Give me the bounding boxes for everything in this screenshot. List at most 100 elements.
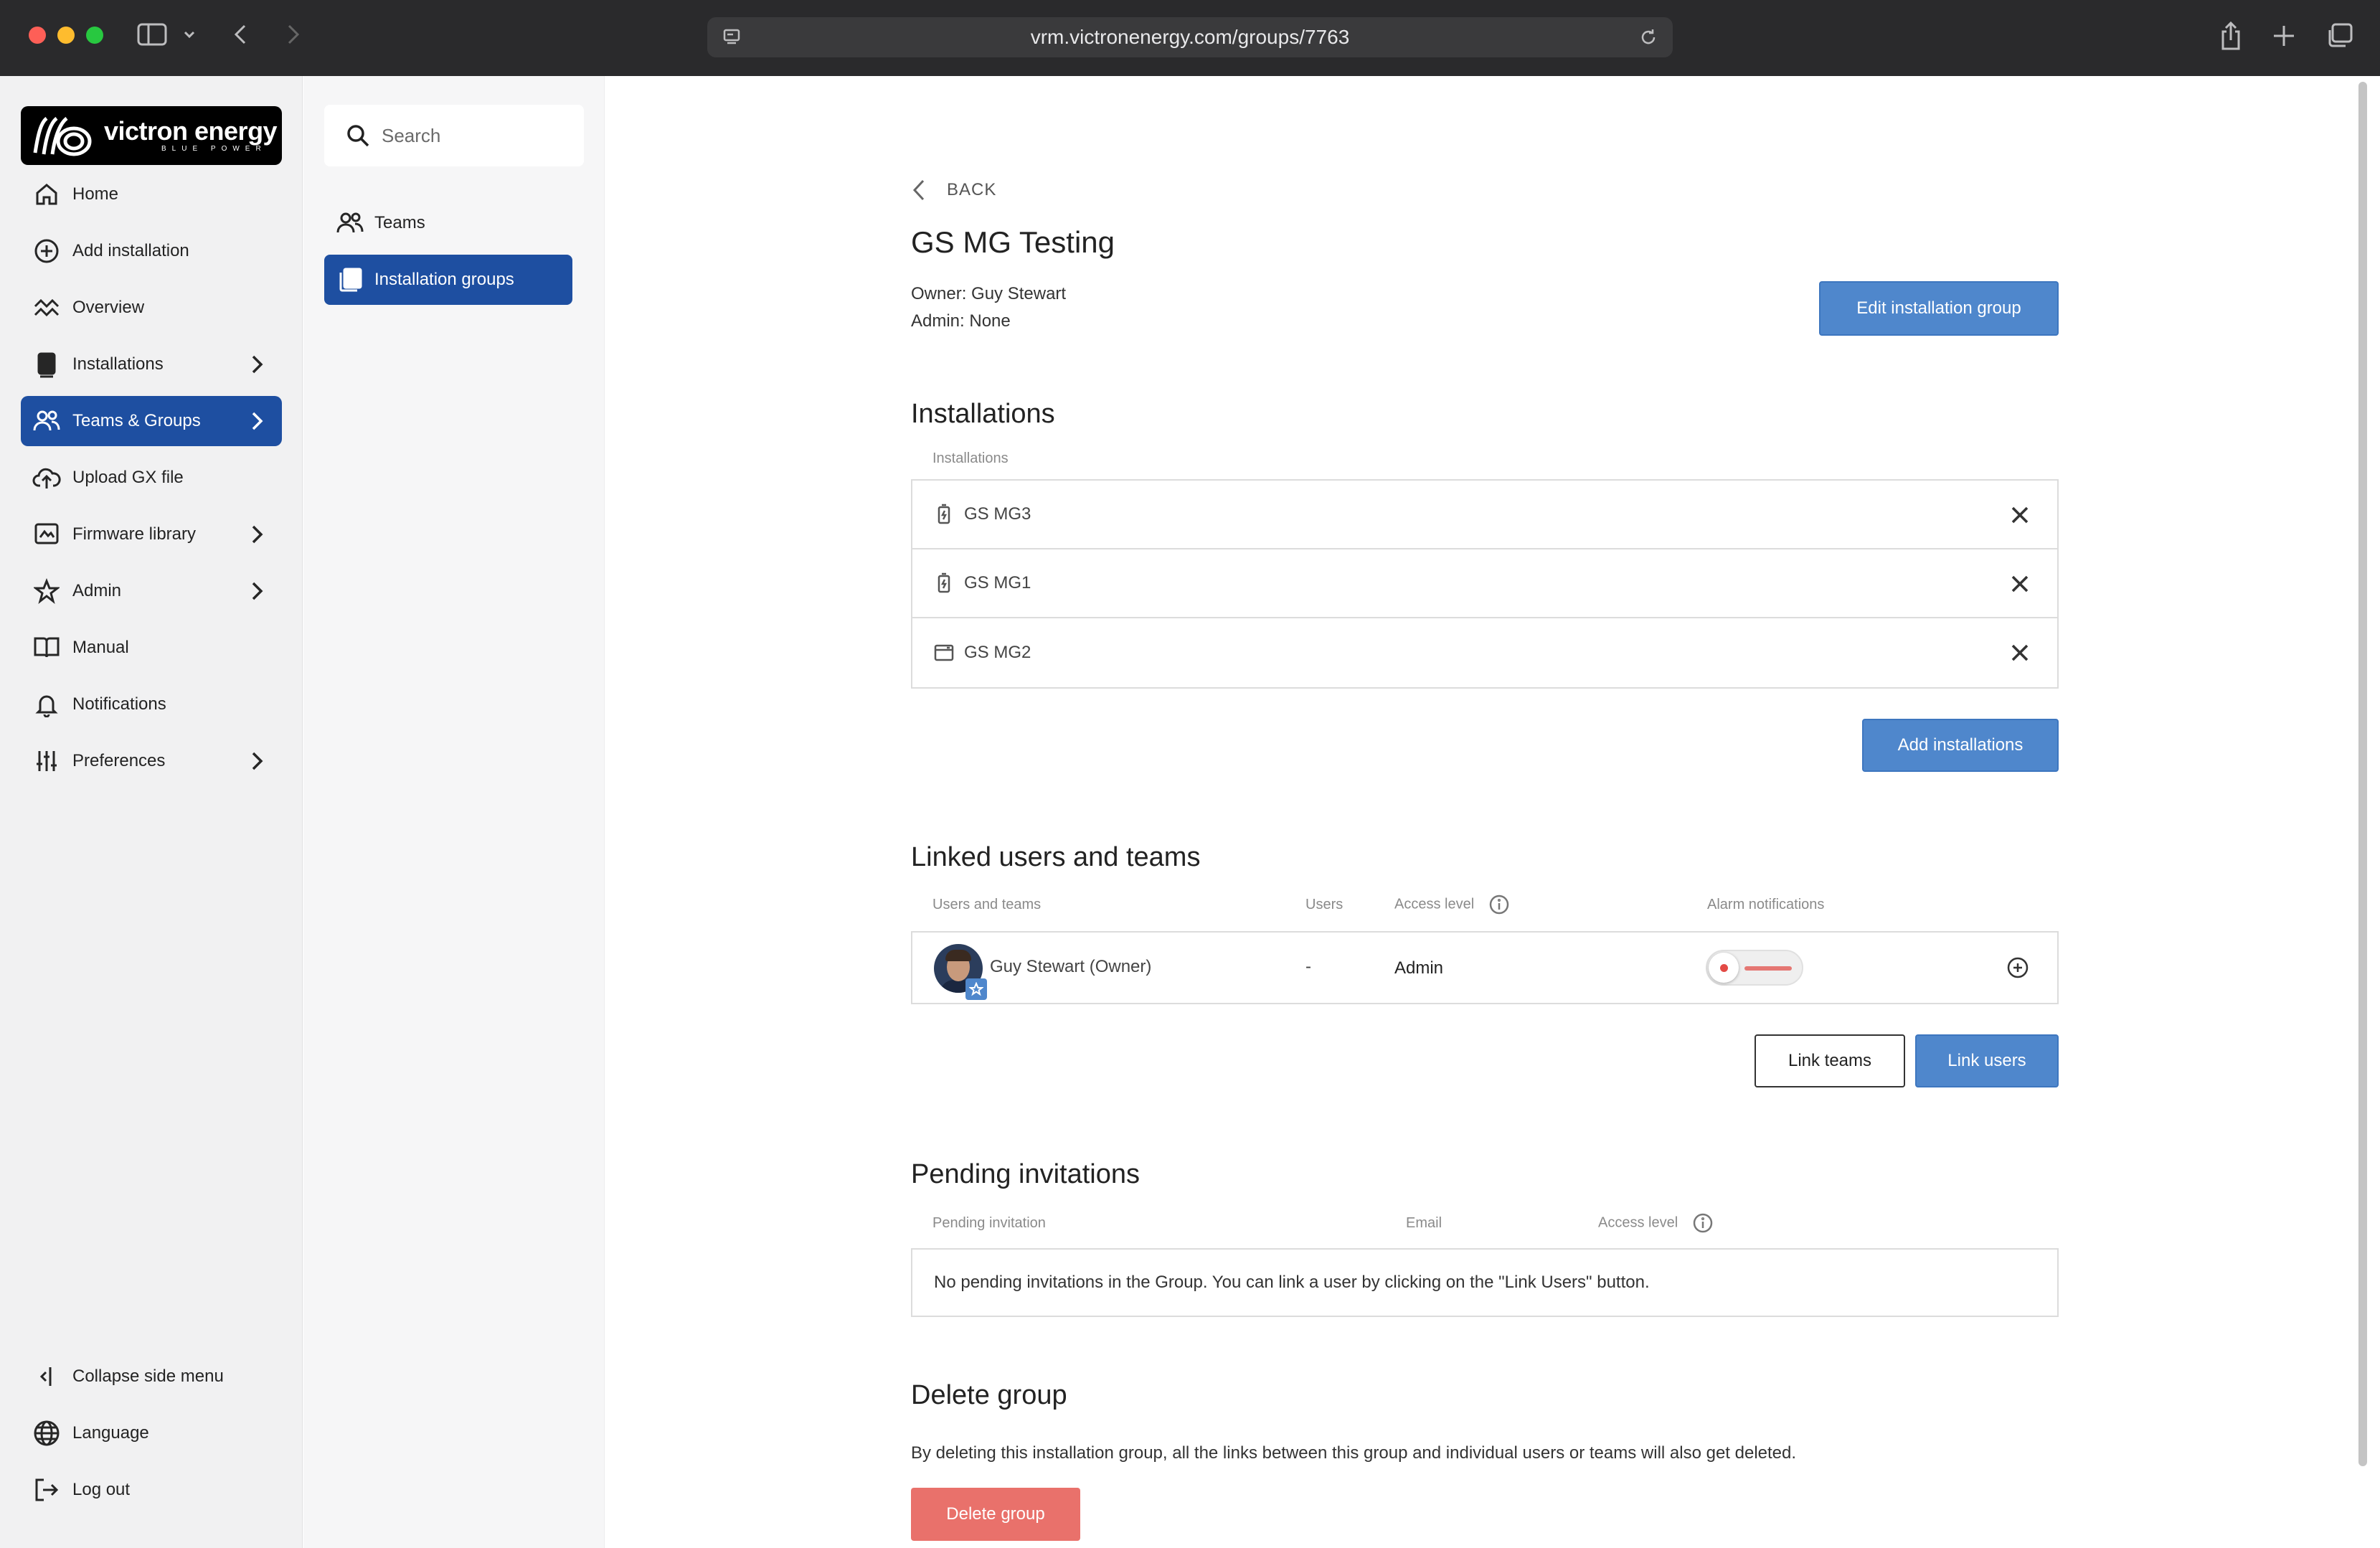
search-icon: [347, 125, 369, 147]
owner-star-icon: [965, 978, 987, 1000]
linked-user-access-level: Admin: [1394, 958, 1444, 978]
sidebar-item-label: Firmware library: [72, 524, 197, 544]
installation-name[interactable]: GS MG2: [964, 643, 1031, 663]
subnav-item-label: Installation groups: [374, 270, 514, 289]
sidebar-item-label: Home: [72, 184, 119, 204]
search-input[interactable]: [382, 124, 568, 147]
sidebar-item-admin[interactable]: Admin: [21, 566, 282, 616]
minimize-window-button[interactable]: [57, 27, 75, 44]
overview-icon: [31, 292, 62, 324]
browser-toolbar: vrm.victronenergy.com/groups/7763: [0, 0, 2380, 76]
chevron-right-icon: [246, 750, 268, 777]
remove-installation-icon[interactable]: [2010, 505, 2030, 530]
installation-row[interactable]: GS MG2: [912, 618, 2057, 687]
sidebar-item-manual[interactable]: Manual: [21, 623, 282, 673]
link-teams-button[interactable]: Link teams: [1755, 1034, 1905, 1087]
subnav-item-installation-groups[interactable]: Installation groups: [324, 255, 572, 305]
sidebar-item-upload-gx-file[interactable]: Upload GX file: [21, 453, 282, 503]
sidebar-item-installations[interactable]: Installations: [21, 339, 282, 390]
installation-name[interactable]: GS MG3: [964, 504, 1031, 524]
remove-installation-icon[interactable]: [2010, 574, 2030, 599]
sidebar-item-overview[interactable]: Overview: [21, 283, 282, 333]
victron-logo-icon: [33, 117, 92, 156]
zoom-window-button[interactable]: [86, 27, 103, 44]
battery-icon: [934, 572, 954, 593]
new-tab-icon[interactable]: [2270, 22, 2298, 50]
page-scrollbar[interactable]: [2358, 82, 2367, 1466]
expand-row-icon[interactable]: [2006, 955, 2030, 983]
victron-logo[interactable]: victron energy BLUE POWER: [21, 106, 282, 165]
sidebar-item-label: Language: [72, 1423, 149, 1443]
group-owner: Owner: Guy Stewart: [911, 284, 1067, 303]
sidebar-item-teams-groups[interactable]: Teams & Groups: [21, 396, 282, 446]
address-bar[interactable]: vrm.victronenergy.com/groups/7763: [707, 17, 1673, 57]
log-out-button[interactable]: Log out: [21, 1465, 282, 1515]
collapse-icon: [31, 1361, 62, 1392]
tab-overview-icon[interactable]: [2324, 22, 2354, 50]
info-icon[interactable]: [1692, 1212, 1714, 1234]
sidebar-item-label: Log out: [72, 1480, 131, 1499]
sidebar-item-add-installation[interactable]: Add installation: [21, 226, 282, 276]
group-admin: Admin: None: [911, 311, 1011, 331]
sidebar-item-label: Admin: [72, 581, 122, 600]
linked-user-row: Guy Stewart (Owner) - Admin: [911, 931, 2059, 1004]
firmware-icon: [31, 519, 62, 550]
bell-icon: [31, 689, 62, 720]
collapse-side-menu-button[interactable]: Collapse side menu: [21, 1351, 282, 1402]
alarm-notifications-column-header: Alarm notifications: [1707, 897, 1825, 912]
access-level-label: Access level: [1598, 1214, 1678, 1231]
sidebar-item-home[interactable]: Home: [21, 169, 282, 220]
installation-row[interactable]: GS MG1: [912, 549, 2057, 618]
sidebar-toggle-icon[interactable]: [136, 22, 168, 47]
add-installations-button[interactable]: Add installations: [1862, 719, 2059, 772]
users-and-teams-column-header: Users and teams: [932, 897, 1042, 912]
sidebar-item-firmware-library[interactable]: Firmware library: [21, 509, 282, 560]
chevron-right-icon: [246, 524, 268, 550]
logout-icon: [31, 1474, 62, 1506]
browser-forward-icon[interactable]: [280, 22, 306, 47]
installation-row[interactable]: GS MG3: [912, 481, 2057, 549]
chevron-right-icon: [246, 410, 268, 437]
delete-group-description: By deleting this installation group, all…: [911, 1443, 1797, 1463]
alarm-notifications-toggle[interactable]: [1706, 950, 1803, 986]
link-users-button[interactable]: Link users: [1915, 1034, 2059, 1087]
sidebar-item-label: Notifications: [72, 694, 166, 714]
installation-icon: [31, 349, 62, 380]
sidebar-item-label: Add installation: [72, 241, 189, 260]
sidebar-item-notifications[interactable]: Notifications: [21, 679, 282, 730]
teams-groups-panel: Teams Installation groups: [303, 76, 605, 1548]
email-column-header: Email: [1406, 1215, 1442, 1231]
add-circle-icon: [31, 235, 62, 267]
remove-installation-icon[interactable]: [2010, 643, 2030, 668]
subnav-item-teams[interactable]: Teams: [324, 198, 572, 248]
chevron-right-icon: [246, 354, 268, 380]
installations-column-header: Installations: [932, 450, 1009, 466]
chevron-down-icon[interactable]: [181, 26, 198, 43]
info-icon[interactable]: [1488, 894, 1510, 915]
reload-icon[interactable]: [1638, 27, 1658, 51]
pending-invitations-empty-state: No pending invitations in the Group. You…: [911, 1248, 2059, 1317]
close-window-button[interactable]: [29, 27, 46, 44]
back-link[interactable]: BACK: [911, 178, 996, 202]
access-level-label: Access level: [1394, 896, 1475, 912]
brand-name: victron energy: [104, 116, 278, 146]
delete-group-section-title: Delete group: [911, 1380, 1067, 1410]
browser-back-icon[interactable]: [228, 22, 254, 47]
search-box[interactable]: [324, 105, 584, 166]
sidebar-item-label: Teams & Groups: [72, 411, 201, 430]
book-icon: [31, 632, 62, 664]
sidebar-item-preferences[interactable]: Preferences: [21, 736, 282, 786]
linked-user-users-count: -: [1305, 957, 1311, 976]
chevron-right-icon: [246, 580, 268, 607]
users-icon: [334, 207, 366, 239]
url-text[interactable]: vrm.victronenergy.com/groups/7763: [707, 17, 1673, 57]
stack-icon: [334, 264, 366, 296]
installation-name[interactable]: GS MG1: [964, 573, 1031, 593]
delete-group-button[interactable]: Delete group: [911, 1488, 1080, 1541]
edit-installation-group-button[interactable]: Edit installation group: [1819, 281, 2059, 336]
sidebar: victron energy BLUE POWER Home Add insta…: [0, 76, 303, 1548]
page-title: GS MG Testing: [911, 225, 1115, 259]
language-button[interactable]: Language: [21, 1408, 282, 1458]
sidebar-item-label: Upload GX file: [72, 468, 184, 487]
share-icon[interactable]: [2216, 20, 2245, 52]
